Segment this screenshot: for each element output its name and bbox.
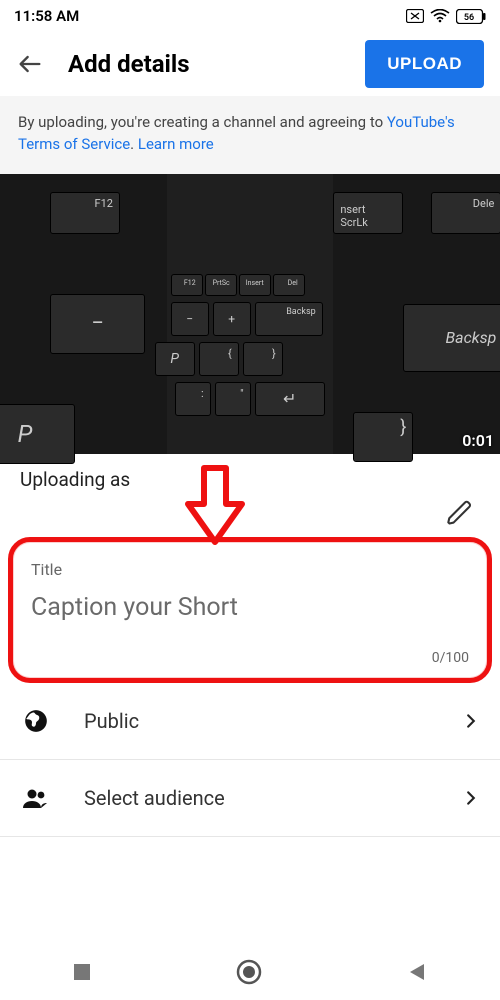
kb-key: − xyxy=(50,294,145,354)
kb-key: P xyxy=(155,342,195,376)
kb-key: Backsp xyxy=(403,304,500,372)
upload-button[interactable]: UPLOAD xyxy=(365,40,484,88)
kb-key: F12 xyxy=(50,192,120,234)
kb-key: { xyxy=(199,342,239,376)
audience-label: Select audience xyxy=(84,786,430,810)
chevron-right-icon xyxy=(464,791,478,805)
no-sim-icon xyxy=(406,9,424,23)
nav-recent-icon[interactable] xyxy=(72,962,92,982)
kb-key: PrtSc xyxy=(205,274,237,296)
svg-text:56: 56 xyxy=(464,13,474,23)
notice-text: By uploading, you're creating a channel … xyxy=(18,113,387,131)
title-input[interactable] xyxy=(31,579,469,650)
nav-home-icon[interactable] xyxy=(235,958,263,986)
title-label: Title xyxy=(31,560,469,579)
wifi-icon xyxy=(430,9,450,23)
edit-pencil-icon[interactable] xyxy=(446,499,474,527)
kb-key: F12 xyxy=(171,274,203,296)
kb-key: nsertScrLk xyxy=(333,192,403,234)
people-icon xyxy=(22,784,50,812)
title-field-card[interactable]: Title 0/100 xyxy=(8,537,492,683)
uploading-as-label: Uploading as xyxy=(0,454,500,491)
audience-row[interactable]: Select audience xyxy=(0,760,500,837)
annotation-arrow-icon xyxy=(180,464,250,548)
video-duration: 0:01 xyxy=(462,431,494,450)
visibility-row[interactable]: Public xyxy=(0,683,500,760)
battery-icon: 56 xyxy=(456,9,486,24)
kb-key: : xyxy=(175,382,211,416)
app-bar: Add details UPLOAD xyxy=(0,32,500,96)
status-bar: 11:58 AM 56 xyxy=(0,0,500,32)
video-preview[interactable]: F12 − P F12 PrtSc Insert Del − + Backsp … xyxy=(0,174,500,454)
page-title: Add details xyxy=(68,50,341,78)
back-arrow-icon[interactable] xyxy=(16,50,44,78)
status-time: 11:58 AM xyxy=(14,7,79,25)
kb-key: } xyxy=(353,412,413,462)
status-icons: 56 xyxy=(406,9,486,24)
learn-more-link[interactable]: Learn more xyxy=(138,135,214,153)
kb-key: ↵ xyxy=(255,382,325,416)
chevron-right-icon xyxy=(464,714,478,728)
kb-key: Dele xyxy=(431,192,500,234)
kb-key: } xyxy=(243,342,283,376)
visibility-label: Public xyxy=(84,709,430,733)
terms-notice: By uploading, you're creating a channel … xyxy=(0,96,500,174)
globe-icon xyxy=(22,707,50,735)
system-nav-bar xyxy=(0,944,500,1000)
kb-key: Insert xyxy=(239,274,271,296)
kb-key: P xyxy=(0,404,75,464)
kb-key: + xyxy=(213,302,251,336)
kb-key: Del xyxy=(273,274,305,296)
title-char-counter: 0/100 xyxy=(31,650,469,666)
kb-key: " xyxy=(215,382,251,416)
kb-key: Backsp xyxy=(255,302,323,336)
kb-key: − xyxy=(171,302,209,336)
nav-back-icon[interactable] xyxy=(406,961,428,983)
